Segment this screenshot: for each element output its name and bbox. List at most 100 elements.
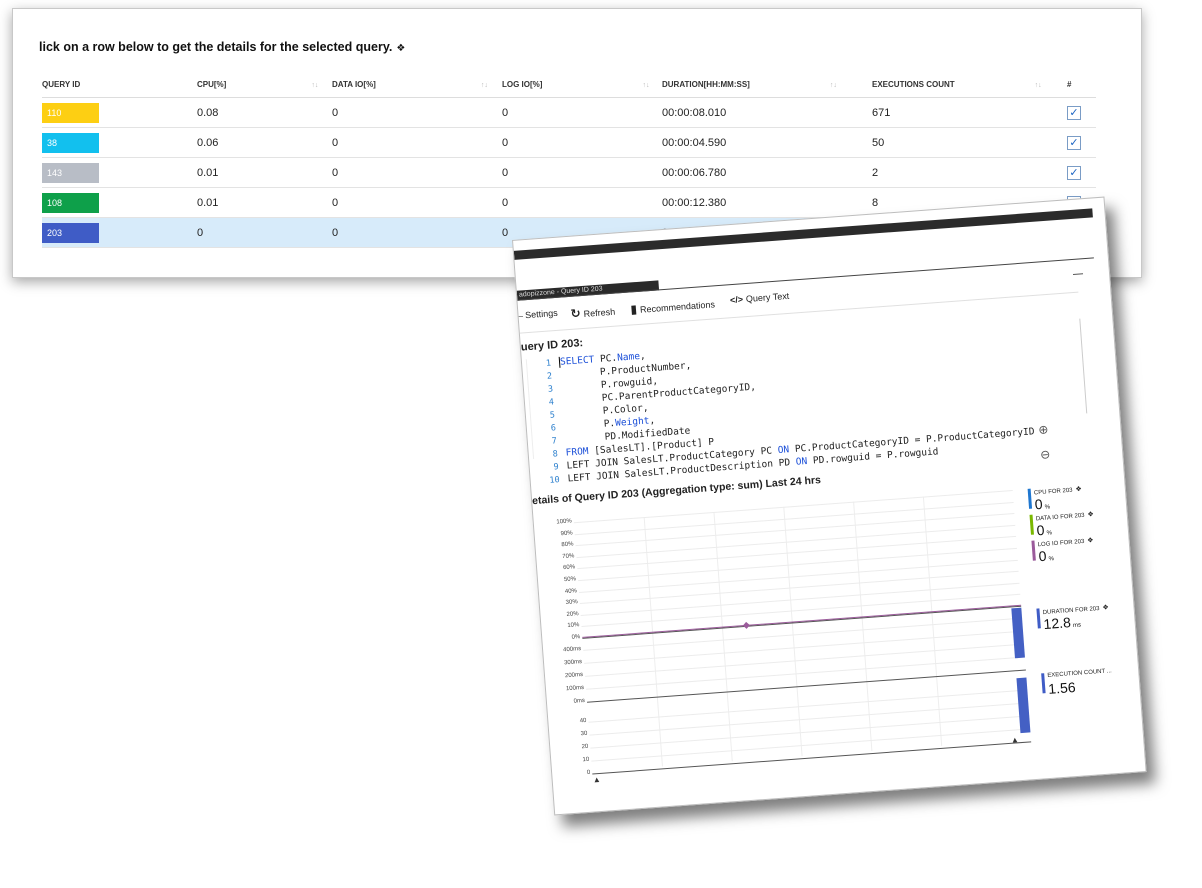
col-header-query-id[interactable]: QUERY ID [42,71,197,98]
duration-bar [1011,607,1025,659]
info-icon[interactable]: ❖ [1102,604,1109,611]
metric-unit: % [1044,504,1051,511]
line-number: 4 [548,397,555,408]
info-icon[interactable]: ❖ [396,43,405,54]
query-text-button[interactable]: </> Query Text [730,291,790,305]
cpu-cell: 0 [197,217,332,248]
query-id-cell[interactable]: 110 [42,97,197,128]
metric-color-bar [1031,540,1036,561]
y-tick-label: 0% [571,634,581,641]
cpu-cell: 0.06 [197,127,332,158]
col-header-executions[interactable]: EXECUTIONS COUNT ↑↓ [872,71,1067,98]
query-id-badge[interactable]: 143 [42,162,99,183]
metric-unit: % [1046,530,1053,537]
metric-label: CPU FOR 203 ❖ [1033,485,1083,497]
code-keyword: Weight [614,415,650,429]
line-number: 1 [545,358,552,369]
col-header-duration[interactable]: DURATION[HH:MM:SS] ↑↓ [662,71,872,98]
zoom-in-icon[interactable]: ⊕ [1038,422,1049,437]
y-tick-label: 300ms [563,659,583,667]
select-cell[interactable]: ✓ [1067,157,1096,188]
data-io-cell: 0 [332,157,502,188]
settings-button[interactable]: – Settings [518,308,558,321]
code-keyword: FROM [565,445,595,459]
y-tick-label: 30 [580,730,588,738]
cpu-cell: 0.08 [197,97,332,128]
refresh-button[interactable]: ↻ Refresh [570,304,615,321]
metric-value: 1.56 [1047,678,1077,697]
query-id-cell[interactable]: 38 [42,127,197,158]
zoom-out-icon[interactable]: ⊖ [1040,447,1051,462]
metric-color-bar [1041,673,1046,694]
info-icon[interactable]: ❖ [1087,537,1094,544]
metric-legend-item[interactable]: EXECUTION COUNT ... 1.56 [1041,665,1147,697]
metric-value: 0% [1036,521,1053,539]
code-keyword: ON [795,455,814,468]
info-icon[interactable]: ❖ [1087,511,1094,518]
y-tick-label: 10% [567,622,580,630]
query-id-badge[interactable]: 108 [42,192,99,213]
row-checkbox[interactable]: ✓ [1067,135,1081,150]
y-tick-label: 0ms [573,697,586,705]
y-tick-label: 40 [579,717,587,725]
executions-cell: 2 [872,157,1067,188]
table-row[interactable]: 110 0.08 0 0 00:00:08.010 671 ✓ [42,97,1096,128]
col-header-log-io[interactable]: LOG IO[%] ↑↓ [502,71,662,98]
col-header-cpu[interactable]: CPU[%] ↑↓ [197,71,332,98]
col-header-data-io[interactable]: DATA IO[%] ↑↓ [332,71,502,98]
grid-line [592,741,1032,775]
y-tick-label: 20% [566,610,579,618]
query-id-cell[interactable]: 108 [42,187,197,218]
data-io-cell: 0 [332,97,502,128]
grid-line [587,669,1026,703]
metric-unit: % [1048,556,1055,563]
query-heading: uery ID 203: [520,337,584,354]
instruction-text: lick on a row below to get the details f… [39,40,406,54]
query-id-badge[interactable]: 38 [42,132,99,153]
refresh-icon: ↻ [570,306,582,321]
y-tick-label: 20 [581,743,589,751]
line-number: 8 [552,449,559,460]
code-icon: </> [729,294,744,306]
code-keyword: Name [616,350,641,364]
metric-color-bar [1027,488,1033,509]
select-cell[interactable]: ✓ [1067,127,1096,158]
toolbar: – Settings ↻ Refresh ▮ Recommendations </>… [518,291,789,331]
log-io-series-point [742,621,750,629]
code-text: , [639,350,647,362]
y-tick-label: 70% [562,553,575,560]
table-header-row: QUERY ID CPU[%] ↑↓ DATA IO[%] ↑↓ LOG IO[%]… [42,71,1096,98]
log-io-cell: 0 [502,97,662,128]
y-tick-label: 0 [586,769,591,776]
metric-legend-item[interactable]: DURATION FOR 203 ❖ 12.8ms [1036,600,1146,632]
query-id-badge[interactable]: 110 [42,102,99,123]
cpu-cell: 0.01 [197,157,332,188]
table-row[interactable]: 143 0.01 0 0 00:00:06.780 2 ✓ [42,157,1096,188]
metric-color-bar [1036,608,1041,629]
log-io-cell: 0 [502,157,662,188]
data-io-cell: 0 [332,127,502,158]
execution-count-bar [1016,677,1031,734]
y-tick-label: 400ms [562,646,582,654]
info-icon[interactable]: ❖ [1075,486,1082,493]
line-number: 2 [546,371,553,382]
duration-cell: 00:00:08.010 [662,97,872,128]
metric-label: EXECUTION COUNT ... [1047,668,1112,679]
recommendations-button[interactable]: ▮ Recommendations [630,296,715,316]
query-id-badge[interactable]: 203 [42,222,99,243]
query-id-cell[interactable]: 143 [42,157,197,188]
data-io-cell: 0 [332,217,502,248]
row-checkbox[interactable]: ✓ [1067,105,1081,120]
query-id-cell[interactable]: 203 [42,217,197,248]
query-code-editor[interactable]: 1 SELECT PC.Name, 2 P.ProductNumber, 3 P.ro… [525,318,1091,486]
y-tick-label: 80% [561,541,574,549]
metric-value: 0% [1034,495,1051,513]
code-keyword: SELECT [558,353,601,368]
table-row[interactable]: 38 0.06 0 0 00:00:04.590 50 ✓ [42,127,1096,158]
metric-legend-item[interactable]: CPU FOR 203 ❖ 0% [1027,480,1147,512]
line-number: 10 [549,475,561,486]
row-checkbox[interactable]: ✓ [1067,165,1081,180]
metric-label: DATA IO FOR 203 ❖ [1035,511,1095,523]
select-cell[interactable]: ✓ [1067,97,1096,128]
duration-cell: 00:00:12.380 [662,187,872,218]
